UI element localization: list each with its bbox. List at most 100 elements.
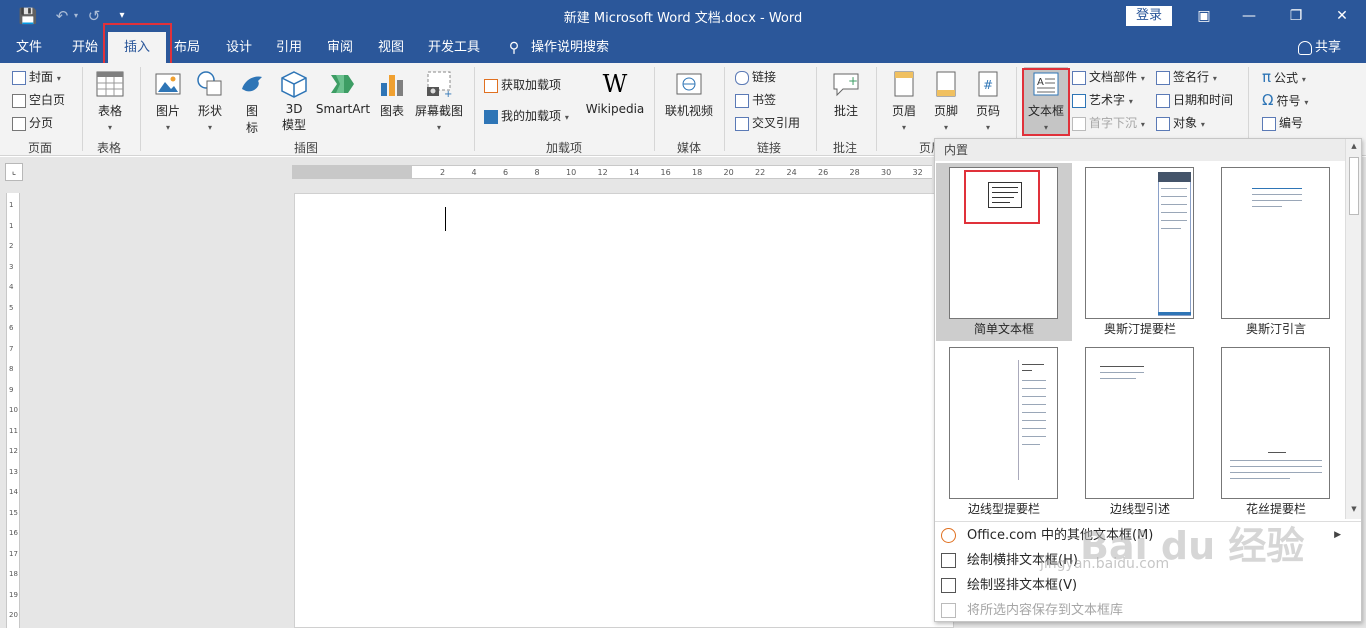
scroll-thumb[interactable] <box>1349 157 1359 215</box>
cover-page-icon <box>12 70 26 85</box>
page-number-button[interactable]: # 页码 ▾ <box>968 69 1008 133</box>
tab-review[interactable]: 审阅 <box>319 32 361 63</box>
ruler-number: 19 <box>9 590 18 599</box>
ruler-number: 4 <box>471 168 477 177</box>
smartart-label: SmartArt <box>315 102 371 116</box>
tab-layout[interactable]: 布局 <box>166 32 208 63</box>
tab-home[interactable]: 开始 <box>64 32 106 63</box>
table-icon <box>96 71 124 97</box>
menu-draw-vertical-textbox[interactable]: 绘制竖排文本框(V) <box>935 573 1347 598</box>
cross-reference-icon <box>735 116 749 131</box>
icons-button[interactable]: 图标 <box>234 69 270 136</box>
drop-cap-icon <box>1072 116 1086 131</box>
bookmark-button[interactable]: 书签 <box>735 90 776 110</box>
scroll-up-icon[interactable]: ▲ <box>1349 142 1359 150</box>
restore-icon[interactable]: ❐ <box>1285 5 1307 27</box>
date-time-button[interactable]: 日期和时间 <box>1156 90 1233 110</box>
tile-label: 简单文本框 <box>973 322 1034 336</box>
my-addins-button[interactable]: 我的加载项 ▾ <box>484 106 569 126</box>
bird-icon <box>242 76 262 92</box>
screenshot-button[interactable]: + 屏幕截图 ▾ <box>412 69 466 133</box>
tab-developer[interactable]: 开发工具 <box>422 32 486 63</box>
tile-sideline-quote[interactable]: 边线型引述 <box>1072 343 1208 521</box>
scroll-down-icon[interactable]: ▼ <box>1349 505 1359 513</box>
ruler-number: 20 <box>723 168 734 177</box>
my-addins-label: 我的加载项 <box>501 109 562 123</box>
smartart-icon <box>331 75 354 93</box>
chart-label: 图表 <box>379 104 404 118</box>
shapes-button[interactable]: 形状 ▾ <box>192 69 228 133</box>
menu-more-textboxes-office[interactable]: Office.com 中的其他文本框(M) ▶ <box>935 523 1347 548</box>
omega-icon: Ω <box>1262 91 1274 109</box>
signature-line-button[interactable]: 签名行 ▾ <box>1156 67 1217 87</box>
group-separator <box>816 67 817 151</box>
tab-view[interactable]: 视图 <box>370 32 412 63</box>
gallery-scrollbar[interactable]: ▲ ▼ <box>1345 139 1361 519</box>
ruler-number: 13 <box>9 467 18 476</box>
numbering-button[interactable]: 编号 <box>1262 113 1303 133</box>
wikipedia-button[interactable]: W Wikipedia <box>584 69 646 116</box>
tile-austin-quote[interactable]: 奥斯汀引言 <box>1208 163 1344 341</box>
symbol-button[interactable]: Ω 符号 ▾ <box>1262 90 1308 110</box>
footer-button[interactable]: 页脚 ▾ <box>926 69 966 133</box>
page-break-button[interactable]: 分页 <box>12 113 53 133</box>
tile-simple-textbox[interactable]: 简单文本框 <box>936 163 1072 341</box>
header-button[interactable]: 页眉 ▾ <box>884 69 924 133</box>
ruler-number: 20 <box>9 611 18 619</box>
get-addins-button[interactable]: 获取加载项 <box>484 75 561 95</box>
tab-insert[interactable]: 插入 <box>108 32 166 63</box>
tile-filigree-sidebar[interactable]: 花丝提要栏 <box>1208 343 1344 521</box>
cover-page-button[interactable]: 封面 ▾ <box>12 67 61 87</box>
date-time-label: 日期和时间 <box>1173 93 1234 107</box>
online-video-button[interactable]: 联机视频 <box>662 69 716 119</box>
vertical-ruler[interactable]: 1 1 2 3 4 5 6 7 8 9 10 11 12 13 14 15 16 17 18 19 20 <box>6 193 20 628</box>
menu-draw-horizontal-textbox[interactable]: 绘制横排文本框(H) <box>935 548 1347 573</box>
comment-button[interactable]: + 批注 <box>826 69 866 119</box>
bookmark-label: 书签 <box>752 93 777 107</box>
tell-me-search[interactable]: 操作说明搜索 <box>530 32 610 63</box>
ruler-number: 11 <box>9 426 18 435</box>
login-button[interactable]: 登录 <box>1126 6 1172 26</box>
ruler-number: 8 <box>534 168 540 177</box>
ruler-number: 12 <box>9 447 18 455</box>
ribbon-display-options-icon[interactable]: ▣ <box>1193 5 1215 27</box>
screenshot-label: 屏幕截图 <box>414 104 463 118</box>
menu-save-to-gallery[interactable]: 将所选内容保存到文本框库 <box>935 598 1347 623</box>
ruler-number: 2 <box>9 242 14 250</box>
chart-button[interactable]: 图表 <box>374 69 410 119</box>
link-button[interactable]: 链接 <box>735 67 776 87</box>
tab-design[interactable]: 设计 <box>218 32 260 63</box>
smartart-button[interactable]: SmartArt <box>314 69 372 116</box>
close-icon[interactable]: ✕ <box>1331 5 1353 27</box>
group-label-media: 媒体 <box>676 141 701 155</box>
blank-page-button[interactable]: 空白页 <box>12 90 65 110</box>
equation-button[interactable]: π 公式 ▾ <box>1262 67 1306 87</box>
share-button[interactable]: 共享 <box>1298 32 1341 63</box>
tile-sideline-sidebar[interactable]: 边线型提要栏 <box>936 343 1072 521</box>
cross-reference-button[interactable]: 交叉引用 <box>735 113 800 133</box>
quick-parts-button[interactable]: 文档部件 ▾ <box>1072 67 1145 87</box>
tile-austin-sidebar[interactable]: 奥斯汀提要栏 <box>1072 163 1208 341</box>
cross-reference-label: 交叉引用 <box>752 116 801 130</box>
get-addins-label: 获取加载项 <box>501 78 562 92</box>
document-page[interactable] <box>294 193 954 628</box>
textbox-label: 文本框 <box>1027 104 1064 118</box>
ruler-left-margin <box>292 165 412 179</box>
tile-preview <box>1085 347 1194 499</box>
tile-preview <box>1221 167 1330 319</box>
film-icon <box>676 73 702 95</box>
tab-references[interactable]: 引用 <box>268 32 310 63</box>
drop-cap-button[interactable]: 首字下沉 ▾ <box>1072 113 1145 133</box>
object-button[interactable]: 对象 ▾ <box>1156 113 1205 133</box>
ruler-number: 14 <box>629 168 640 177</box>
tab-file[interactable]: 文件 <box>8 32 50 63</box>
picture-button[interactable]: 图片 ▾ <box>150 69 186 133</box>
quick-parts-label: 文档部件 <box>1089 70 1138 84</box>
wordart-button[interactable]: 艺术字 ▾ <box>1072 90 1133 110</box>
picture-icon <box>155 73 181 95</box>
3d-models-button[interactable]: 3D 模型 <box>276 69 312 133</box>
tab-selector-button[interactable]: ⌞ <box>5 163 23 181</box>
textbox-button[interactable]: A 文本框 ▾ <box>1024 67 1068 135</box>
minimize-icon[interactable]: — <box>1238 5 1260 27</box>
table-button[interactable]: 表格 ▾ <box>90 69 130 133</box>
